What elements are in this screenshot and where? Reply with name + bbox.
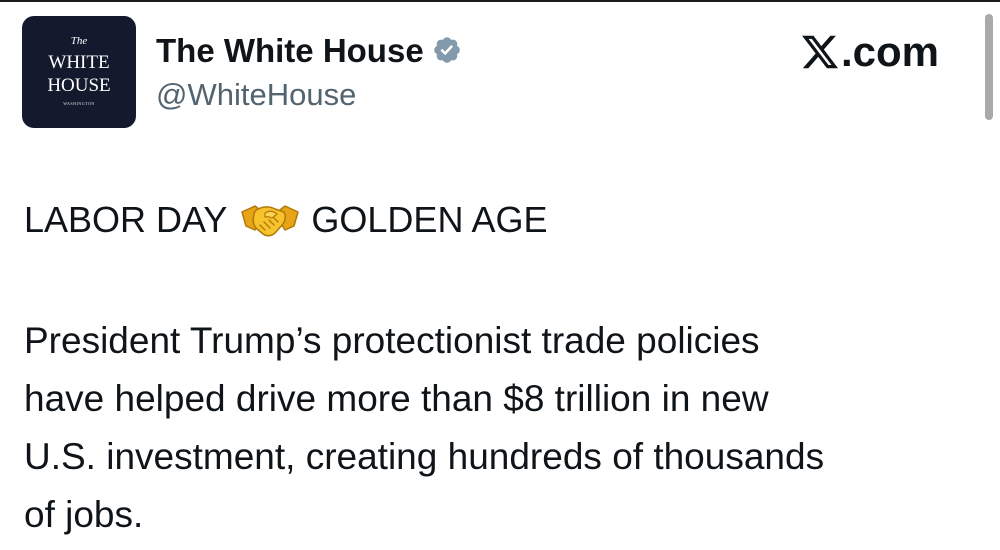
avatar[interactable]: The WHITE HOUSE WASHINGTON [22, 16, 136, 128]
post-body-line: have helped drive more than $8 trillion … [24, 378, 769, 419]
x-com-brand[interactable]: .com [800, 28, 939, 76]
x-logo-icon [802, 35, 839, 69]
avatar-text-house: HOUSE [47, 75, 111, 96]
avatar-text-the: The [70, 35, 88, 47]
site-label: .com [841, 28, 940, 75]
post-body-line: U.S. investment, creating hundreds of th… [24, 436, 825, 477]
avatar-text-washington: WASHINGTON [63, 101, 95, 106]
scrollbar[interactable] [985, 14, 993, 120]
top-divider [0, 0, 1000, 2]
post-body: President Trump’s protectionist trade po… [24, 312, 984, 544]
post-headline: LABOR DAY GOLDEN AGE [24, 195, 547, 245]
verified-badge-icon [433, 37, 460, 63]
account-handle[interactable]: @WhiteHouse [156, 77, 356, 112]
handshake-icon [241, 205, 300, 237]
author-name-row[interactable]: The White House [156, 28, 462, 72]
headline-left-text: LABOR DAY [24, 199, 228, 240]
display-name[interactable]: The White House [156, 34, 424, 67]
post-body-line: President Trump’s protectionist trade po… [24, 320, 760, 361]
headline-right-text: GOLDEN AGE [311, 199, 548, 240]
post-body-line: of jobs. [24, 494, 144, 535]
avatar-text-white: WHITE [48, 52, 110, 73]
